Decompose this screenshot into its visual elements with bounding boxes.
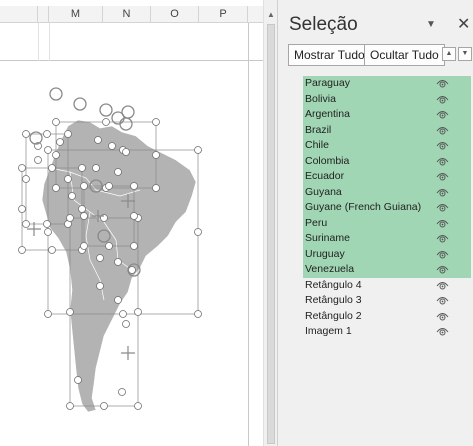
selection-item[interactable]: Chile xyxy=(303,138,471,154)
selection-item[interactable]: Ecuador xyxy=(303,169,471,185)
eye-icon[interactable] xyxy=(436,109,449,120)
eye-icon[interactable] xyxy=(436,249,449,260)
selection-item-label: Retângulo 4 xyxy=(305,278,362,291)
triangle-down-icon[interactable]: ▼ xyxy=(426,19,436,30)
column-header-m[interactable]: M xyxy=(49,6,103,23)
eye-icon[interactable] xyxy=(436,125,449,136)
close-icon[interactable]: ✕ xyxy=(457,14,470,34)
selection-item[interactable]: Venezuela xyxy=(303,262,471,278)
grid-line xyxy=(49,23,50,61)
eye-icon[interactable] xyxy=(436,311,449,322)
selection-item-label: Venezuela xyxy=(305,263,355,275)
selection-item[interactable]: Retângulo 4 xyxy=(303,278,471,294)
selection-item[interactable]: Retângulo 2 xyxy=(303,309,471,325)
vertical-scrollbar[interactable]: ▲ xyxy=(263,0,277,446)
eye-icon[interactable] xyxy=(436,326,449,337)
chevron-up-icon[interactable]: ▲ xyxy=(442,47,456,61)
scroll-up-icon[interactable]: ▲ xyxy=(266,10,276,20)
column-header-o[interactable]: O xyxy=(151,6,199,23)
chevron-down-icon[interactable]: ▼ xyxy=(458,47,472,61)
selection-pane: Seleção ▼ ✕ Mostrar Tudo Ocultar Tudo ▲ … xyxy=(277,0,473,446)
selection-item-label: Argentina xyxy=(305,108,350,120)
selection-item-label: Peru xyxy=(305,216,328,229)
selection-item[interactable]: Uruguay xyxy=(303,246,471,262)
eye-icon[interactable] xyxy=(436,280,449,291)
south-america-map-image[interactable] xyxy=(0,61,248,446)
column-header-k[interactable] xyxy=(0,6,38,23)
eye-icon[interactable] xyxy=(436,233,449,244)
column-header-l[interactable] xyxy=(38,6,49,23)
selection-item[interactable]: Imagem 1 xyxy=(303,324,471,340)
eye-icon[interactable] xyxy=(436,295,449,306)
selection-item[interactable]: Guyana xyxy=(303,184,471,200)
selection-item-label: Retângulo 2 xyxy=(305,309,362,322)
selection-item-label: Paraguay xyxy=(305,77,350,89)
selection-item-label: Bolivia xyxy=(305,92,336,105)
eye-icon[interactable] xyxy=(436,156,449,167)
selection-item-label: Colombia xyxy=(305,154,350,167)
selection-item[interactable]: Bolivia xyxy=(303,91,471,107)
eye-icon[interactable] xyxy=(436,187,449,198)
selection-item[interactable]: Argentina xyxy=(303,107,471,123)
selection-item-label: Uruguay xyxy=(305,247,345,260)
selection-item[interactable]: Colombia xyxy=(303,153,471,169)
pane-title: Seleção xyxy=(289,14,358,35)
grid-row[interactable] xyxy=(0,23,263,61)
selection-item-label: Retângulo 3 xyxy=(305,294,362,306)
selection-item-label: Suriname xyxy=(305,232,350,244)
scrollbar-thumb[interactable] xyxy=(267,24,275,444)
eye-icon[interactable] xyxy=(436,94,449,105)
worksheet[interactable]: M N O P xyxy=(0,0,263,446)
column-header-n[interactable]: N xyxy=(103,6,151,23)
selection-item[interactable]: Peru xyxy=(303,215,471,231)
show-all-button[interactable]: Mostrar Tudo xyxy=(288,44,371,66)
selection-item-label: Ecuador xyxy=(305,170,345,182)
selection-item-label: Imagem 1 xyxy=(305,325,352,337)
eye-icon[interactable] xyxy=(436,218,449,229)
grid-line xyxy=(38,23,39,61)
column-header-bar: M N O P xyxy=(0,6,263,23)
selection-list: Paraguay Bolivia Argentina Brazil Chile Colom… xyxy=(303,76,471,340)
hide-all-button[interactable]: Ocultar Tudo xyxy=(364,44,445,66)
eye-icon[interactable] xyxy=(436,202,449,213)
eye-icon[interactable] xyxy=(436,264,449,275)
selection-item-label: Guyane (French Guiana) xyxy=(305,201,422,213)
eye-icon[interactable] xyxy=(436,171,449,182)
map-silhouette xyxy=(41,119,197,413)
eye-icon[interactable] xyxy=(436,140,449,151)
selection-item[interactable]: Suriname xyxy=(303,231,471,247)
selection-item[interactable]: Retângulo 3 xyxy=(303,293,471,309)
selection-item-label: Brazil xyxy=(305,123,332,136)
sheet-border xyxy=(248,23,249,446)
selection-item-label: Guyana xyxy=(305,185,342,198)
selection-item[interactable]: Guyane (French Guiana) xyxy=(303,200,471,216)
eye-icon[interactable] xyxy=(436,78,449,89)
selection-item[interactable]: Brazil xyxy=(303,122,471,138)
column-header-p[interactable]: P xyxy=(199,6,248,23)
selection-item-label: Chile xyxy=(305,139,329,151)
selection-item[interactable]: Paraguay xyxy=(303,76,471,92)
